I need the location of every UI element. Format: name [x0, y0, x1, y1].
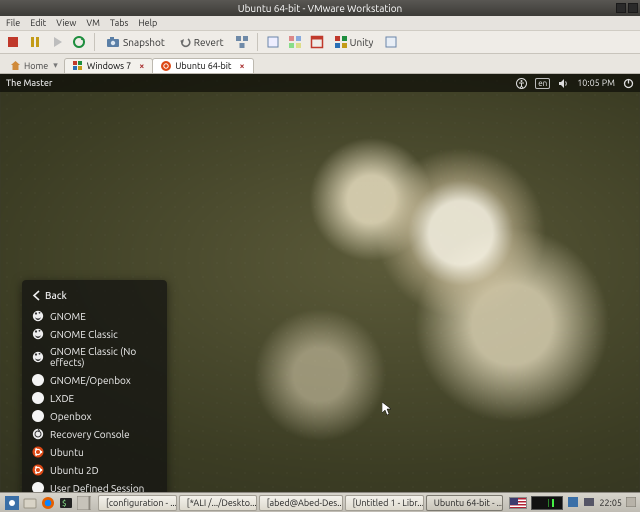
session-option[interactable]: User Defined Session	[22, 479, 167, 492]
session-option[interactable]: GNOME	[22, 307, 167, 325]
window-title: Ubuntu 64-bit - VMware Workstation	[238, 3, 403, 14]
host-clock[interactable]: 22:05	[599, 498, 622, 508]
guest-display: The Master en 10:05 PM Back GNOME GNOME C…	[0, 74, 640, 492]
svg-text:$: $	[62, 499, 67, 508]
windows-icon	[73, 61, 83, 71]
accessibility-indicator[interactable]	[516, 78, 527, 89]
tray-icon-3[interactable]	[626, 497, 636, 509]
power-indicator[interactable]	[623, 78, 634, 89]
session-label: User Defined Session	[50, 483, 144, 493]
dropdown-icon: ▾	[53, 60, 58, 71]
snapshot-manager-button[interactable]	[233, 33, 251, 51]
session-label: LXDE	[50, 393, 74, 404]
gnome-icon	[32, 310, 44, 322]
menu-tabs[interactable]: Tabs	[110, 18, 128, 28]
minimize-button[interactable]	[616, 3, 626, 13]
session-label: GNOME	[50, 311, 86, 322]
tray-icon-2[interactable]	[583, 496, 595, 510]
reset-button[interactable]	[70, 33, 88, 51]
power-on-button[interactable]	[48, 33, 66, 51]
close-icon[interactable]: ×	[139, 61, 144, 71]
session-option[interactable]: LXDE	[22, 389, 167, 407]
host-taskbar: $ [configuration - ...[*ALI /.../Deskto.…	[0, 492, 640, 512]
unity-button[interactable]: Unity	[330, 32, 379, 52]
launcher-firefox[interactable]	[40, 495, 56, 511]
launcher-terminal[interactable]: $	[58, 495, 74, 511]
launcher-files[interactable]	[22, 495, 38, 511]
gnome-icon	[32, 328, 44, 340]
dot-icon	[32, 374, 44, 386]
session-option[interactable]: Openbox	[22, 407, 167, 425]
dot-icon	[32, 392, 44, 404]
menu-file[interactable]: File	[6, 18, 20, 28]
session-option[interactable]: GNOME Classic	[22, 325, 167, 343]
volume-indicator[interactable]	[558, 78, 569, 89]
menu-vm[interactable]: VM	[86, 18, 100, 28]
vmware-home-tab[interactable]: Home ▾	[4, 58, 64, 73]
ubuntu-icon	[32, 446, 44, 458]
toolbar-extra-button[interactable]	[382, 33, 400, 51]
recover-icon	[32, 428, 44, 440]
launcher-menu[interactable]	[4, 495, 20, 511]
back-button[interactable]: Back	[22, 286, 167, 307]
ubuntu-icon	[32, 464, 44, 476]
taskbar-task[interactable]: [Untitled 1 - Libr...	[345, 495, 424, 511]
unity-icon	[335, 36, 347, 48]
dot-icon	[32, 482, 44, 492]
show-console-button[interactable]	[264, 33, 282, 51]
gnome-icon	[32, 351, 44, 363]
guest-user-label: The Master	[6, 78, 52, 88]
tab-windows-7[interactable]: Windows 7 ×	[64, 58, 153, 73]
revert-button[interactable]: Revert	[174, 32, 229, 52]
session-label: Ubuntu	[50, 447, 84, 458]
power-off-button[interactable]	[4, 33, 22, 51]
session-label: GNOME Classic	[50, 329, 118, 340]
menu-view[interactable]: View	[56, 18, 76, 28]
session-selector-panel: Back GNOME GNOME Classic GNOME Classic (No…	[22, 280, 167, 492]
thumbnail-button[interactable]	[286, 33, 304, 51]
home-icon	[10, 60, 21, 71]
menu-help[interactable]: Help	[138, 18, 157, 28]
vmware-tabs-bar: Home ▾ Windows 7 × Ubuntu 64-bit ×	[0, 54, 640, 74]
tray-icon-1[interactable]	[567, 496, 579, 510]
session-label: GNOME/Openbox	[50, 375, 131, 386]
dot-icon	[32, 410, 44, 422]
taskbar-task[interactable]: Ubuntu 64-bit - ...	[426, 495, 504, 511]
session-option[interactable]: GNOME Classic (No effects)	[22, 343, 167, 371]
suspend-button[interactable]	[26, 33, 44, 51]
revert-icon	[179, 36, 191, 48]
guest-top-panel: The Master en 10:05 PM	[0, 74, 640, 92]
cpu-graph-indicator[interactable]	[531, 496, 563, 510]
taskbar-task[interactable]: [abed@Abed-Des...	[259, 495, 343, 511]
taskbar-task[interactable]: [configuration - ...	[98, 495, 177, 511]
menu-edit[interactable]: Edit	[30, 18, 46, 28]
chevron-left-icon	[32, 290, 41, 301]
tab-ubuntu-64bit[interactable]: Ubuntu 64-bit ×	[152, 58, 253, 73]
session-option[interactable]: GNOME/Openbox	[22, 371, 167, 389]
keyboard-layout-indicator[interactable]	[509, 497, 527, 509]
vmware-titlebar: Ubuntu 64-bit - VMware Workstation	[0, 0, 640, 16]
session-label: Recovery Console	[50, 429, 130, 440]
session-label: GNOME Classic (No effects)	[50, 346, 157, 368]
camera-icon	[106, 36, 120, 48]
language-indicator[interactable]: en	[535, 78, 550, 89]
close-icon[interactable]: ×	[239, 61, 244, 71]
snapshot-button[interactable]: Snapshot	[101, 32, 170, 52]
session-label: Openbox	[50, 411, 92, 422]
session-option[interactable]: Ubuntu	[22, 443, 167, 461]
maximize-button[interactable]	[628, 3, 638, 13]
session-option[interactable]: Ubuntu 2D	[22, 461, 167, 479]
session-label: Ubuntu 2D	[50, 465, 99, 476]
ubuntu-icon	[161, 61, 171, 71]
vmware-menu-bar: File Edit View VM Tabs Help	[0, 16, 640, 30]
clock-indicator[interactable]: 10:05 PM	[577, 78, 615, 88]
pager[interactable]	[76, 495, 92, 511]
session-option[interactable]: Recovery Console	[22, 425, 167, 443]
fullscreen-button[interactable]	[308, 33, 326, 51]
taskbar-task[interactable]: [*ALI /.../Deskto...	[179, 495, 257, 511]
vmware-toolbar: Snapshot Revert Unity	[0, 30, 640, 54]
mouse-cursor	[382, 402, 392, 416]
